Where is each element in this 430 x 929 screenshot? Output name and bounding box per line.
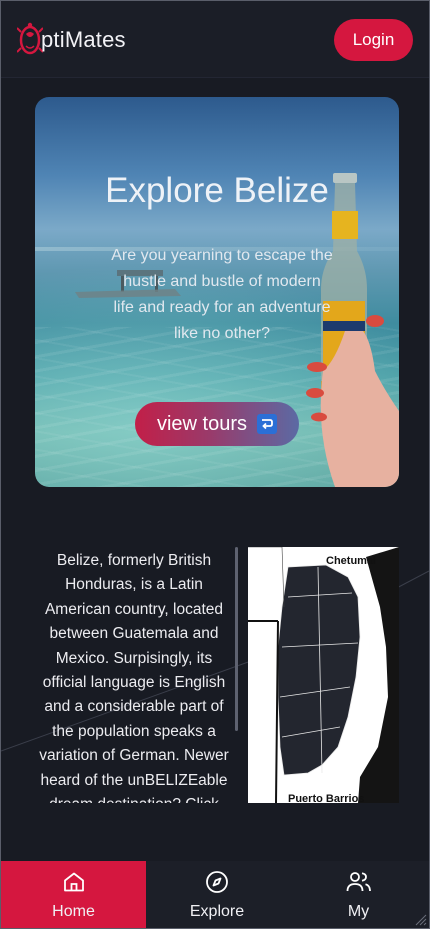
compass-icon bbox=[206, 871, 228, 893]
logo[interactable]: ptiMates bbox=[17, 20, 126, 60]
resize-grip-icon[interactable] bbox=[415, 914, 427, 926]
home-icon bbox=[63, 872, 84, 892]
app-window: ptiMates Login Explore Belize Are you ye… bbox=[0, 0, 430, 929]
map-label-chetumal: Chetumal bbox=[326, 555, 377, 567]
nav-label-home: Home bbox=[52, 903, 95, 920]
hero-card: Explore Belize Are you yearning to escap… bbox=[35, 97, 399, 487]
belize-info-text: Belize, formerly British Honduras, is a … bbox=[39, 552, 229, 803]
hero-description: Are you yearning to escape the hustle an… bbox=[111, 247, 333, 342]
bottom-nav: Home Explore My bbox=[1, 861, 429, 928]
return-arrow-icon bbox=[257, 414, 278, 434]
nav-label-explore: Explore bbox=[189, 903, 245, 920]
top-header: ptiMates Login bbox=[1, 1, 429, 78]
logo-text: ptiMates bbox=[41, 27, 126, 52]
map-label-puerto-barrios: Puerto Barrios bbox=[288, 793, 365, 803]
nav-item-my[interactable]: My bbox=[288, 861, 429, 928]
view-tours-button[interactable]: view tours bbox=[135, 402, 299, 446]
users-icon bbox=[346, 872, 371, 892]
nav-item-home[interactable]: Home bbox=[1, 861, 146, 928]
belize-map: Chetumal Puerto Barrios bbox=[248, 547, 399, 803]
nav-item-explore[interactable]: Explore bbox=[146, 861, 288, 928]
login-button[interactable]: Login bbox=[334, 19, 413, 61]
hero-title: Explore Belize bbox=[105, 171, 329, 210]
view-tours-label: view tours bbox=[156, 412, 248, 435]
map-image bbox=[248, 547, 399, 803]
nav-label-my: My bbox=[347, 903, 370, 920]
logo-icon bbox=[17, 22, 43, 55]
info-scrollbar[interactable] bbox=[235, 547, 238, 731]
